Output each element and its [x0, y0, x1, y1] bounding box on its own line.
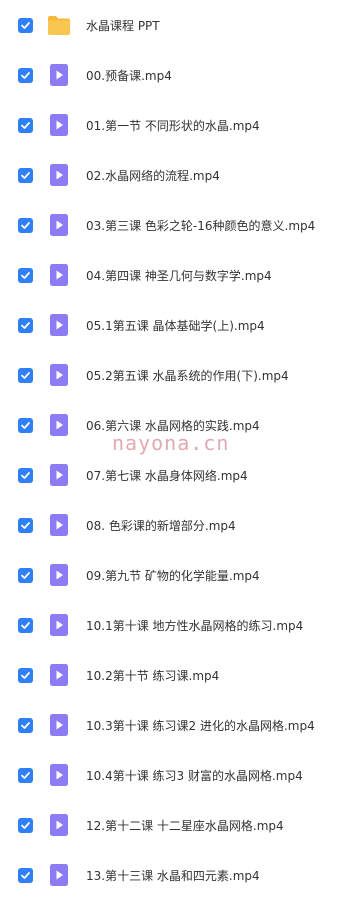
check-icon	[21, 821, 30, 829]
file-row[interactable]: 05.2第五课 水晶系统的作用(下).mp4	[0, 350, 360, 400]
watermark: nayona.cn	[112, 431, 230, 455]
file-row[interactable]: 01.第一节 不同形状的水晶.mp4	[0, 100, 360, 150]
video-file-icon	[50, 714, 68, 736]
check-icon	[21, 371, 30, 379]
check-icon	[21, 721, 30, 729]
file-row[interactable]: 10.2第十节 练习课.mp4	[0, 650, 360, 700]
check-icon	[21, 21, 30, 29]
file-row[interactable]: 07.第七课 水晶身体网络.mp4	[0, 450, 360, 500]
file-name: 10.2第十节 练习课.mp4	[86, 668, 220, 683]
file-name: 10.3第十课 练习课2 进化的水晶网格.mp4	[86, 718, 315, 733]
video-file-icon	[50, 764, 68, 786]
check-icon	[21, 421, 30, 429]
row-checkbox[interactable]	[18, 467, 33, 483]
check-icon	[21, 171, 30, 179]
file-row[interactable]: 02.水晶网络的流程.mp4	[0, 150, 360, 200]
row-checkbox[interactable]	[18, 817, 33, 833]
file-row[interactable]: 13.第十三课 水晶和四元素.mp4	[0, 850, 360, 900]
row-checkbox[interactable]	[18, 717, 33, 733]
check-icon	[21, 71, 30, 79]
file-name: 10.4第十课 练习3 财富的水晶网格.mp4	[86, 768, 303, 783]
file-name: 08. 色彩课的新增部分.mp4	[86, 518, 236, 533]
row-checkbox[interactable]	[18, 617, 33, 633]
video-file-icon	[50, 364, 68, 386]
file-row[interactable]: 10.1第十课 地方性水晶网格的练习.mp4	[0, 600, 360, 650]
file-row[interactable]: 05.1第五课 晶体基础学(上).mp4	[0, 300, 360, 350]
video-file-icon	[50, 314, 68, 336]
check-icon	[21, 271, 30, 279]
folder-icon	[48, 16, 70, 35]
video-file-icon	[50, 414, 68, 436]
file-row[interactable]: 04.第四课 神圣几何与数字学.mp4	[0, 250, 360, 300]
video-file-icon	[50, 214, 68, 236]
row-checkbox[interactable]	[18, 767, 33, 783]
video-file-icon	[50, 164, 68, 186]
row-checkbox[interactable]	[18, 17, 33, 33]
file-row[interactable]: 水晶课程 PPT	[0, 0, 360, 50]
file-name: 10.1第十课 地方性水晶网格的练习.mp4	[86, 618, 304, 633]
check-icon	[21, 771, 30, 779]
video-file-icon	[50, 614, 68, 636]
video-file-icon	[50, 564, 68, 586]
file-row[interactable]: 10.4第十课 练习3 财富的水晶网格.mp4	[0, 750, 360, 800]
check-icon	[21, 571, 30, 579]
file-row[interactable]: 00.预备课.mp4	[0, 50, 360, 100]
file-name: 01.第一节 不同形状的水晶.mp4	[86, 118, 260, 133]
row-checkbox[interactable]	[18, 167, 33, 183]
file-name: 00.预备课.mp4	[86, 68, 172, 83]
video-file-icon	[50, 64, 68, 86]
check-icon	[21, 521, 30, 529]
row-checkbox[interactable]	[18, 267, 33, 283]
video-file-icon	[50, 114, 68, 136]
video-file-icon	[50, 814, 68, 836]
video-file-icon	[50, 464, 68, 486]
video-file-icon	[50, 264, 68, 286]
file-name: 02.水晶网络的流程.mp4	[86, 168, 220, 183]
check-icon	[21, 471, 30, 479]
file-name: 水晶课程 PPT	[86, 18, 160, 33]
file-name: 04.第四课 神圣几何与数字学.mp4	[86, 268, 272, 283]
file-name: 07.第七课 水晶身体网络.mp4	[86, 468, 248, 483]
file-row[interactable]: 09.第九节 矿物的化学能量.mp4	[0, 550, 360, 600]
file-name: 13.第十三课 水晶和四元素.mp4	[86, 868, 260, 883]
file-name: 05.1第五课 晶体基础学(上).mp4	[86, 318, 265, 333]
video-file-icon	[50, 514, 68, 536]
file-row[interactable]: 10.3第十课 练习课2 进化的水晶网格.mp4	[0, 700, 360, 750]
row-checkbox[interactable]	[18, 567, 33, 583]
check-icon	[21, 671, 30, 679]
check-icon	[21, 321, 30, 329]
file-name: 05.2第五课 水晶系统的作用(下).mp4	[86, 368, 289, 383]
check-icon	[21, 871, 30, 879]
file-name: 09.第九节 矿物的化学能量.mp4	[86, 568, 260, 583]
file-name: 03.第三课 色彩之轮-16种颜色的意义.mp4	[86, 218, 316, 233]
video-file-icon	[50, 864, 68, 886]
row-checkbox[interactable]	[18, 67, 33, 83]
row-checkbox[interactable]	[18, 317, 33, 333]
file-row[interactable]: 12.第十二课 十二星座水晶网格.mp4	[0, 800, 360, 850]
row-checkbox[interactable]	[18, 867, 33, 883]
file-name: 12.第十二课 十二星座水晶网格.mp4	[86, 818, 284, 833]
row-checkbox[interactable]	[18, 667, 33, 683]
video-file-icon	[50, 664, 68, 686]
check-icon	[21, 621, 30, 629]
check-icon	[21, 121, 30, 129]
row-checkbox[interactable]	[18, 117, 33, 133]
check-icon	[21, 221, 30, 229]
file-row[interactable]: 08. 色彩课的新增部分.mp4	[0, 500, 360, 550]
row-checkbox[interactable]	[18, 217, 33, 233]
file-row[interactable]: 03.第三课 色彩之轮-16种颜色的意义.mp4	[0, 200, 360, 250]
row-checkbox[interactable]	[18, 367, 33, 383]
row-checkbox[interactable]	[18, 417, 33, 433]
row-checkbox[interactable]	[18, 517, 33, 533]
